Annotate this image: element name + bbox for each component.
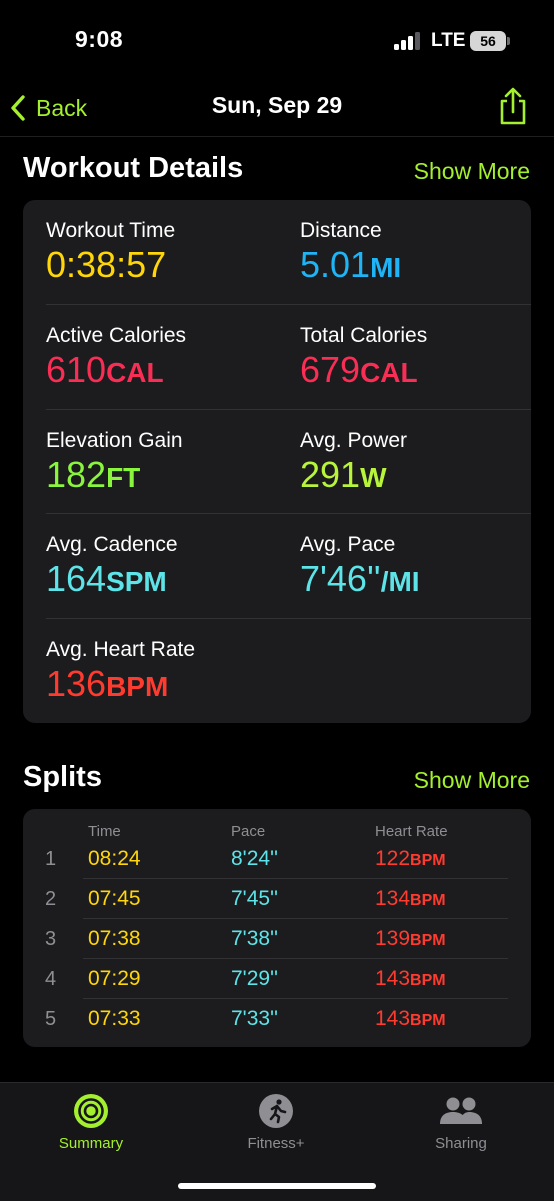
workout-details-card: Workout Time 0:38:57 Distance 5.01MI Act… xyxy=(23,200,531,723)
split-heart-rate: 122BPM xyxy=(375,847,446,870)
signal-strength-icon xyxy=(394,32,424,50)
battery-icon: 56 xyxy=(470,31,506,51)
divider xyxy=(46,409,531,410)
split-time: 08:24 xyxy=(88,847,141,870)
page-title: Sun, Sep 29 xyxy=(211,92,343,118)
people-icon xyxy=(440,1097,482,1124)
runner-icon xyxy=(259,1094,293,1128)
tab-label: Sharing xyxy=(435,1135,487,1152)
metric-workout-time: Workout Time 0:38:57 xyxy=(46,219,175,288)
column-header-heart-rate: Heart Rate xyxy=(375,823,448,840)
split-number: 3 xyxy=(45,928,57,950)
metric-value: 5.01MI xyxy=(300,244,402,285)
split-row: 4 07:29 7'29'' 143BPM xyxy=(23,959,531,999)
split-number: 4 xyxy=(45,968,57,990)
split-heart-rate: 143BPM xyxy=(375,967,446,990)
workout-details-title: Workout Details xyxy=(23,152,244,184)
split-pace: 7'38'' xyxy=(231,927,279,950)
metric-label: Workout Time xyxy=(46,219,176,242)
split-row: 1 08:24 8'24'' 122BPM xyxy=(23,839,531,879)
metric-avg-pace: Avg. Pace 7'46''/MI xyxy=(300,533,420,602)
metric-label: Active Calories xyxy=(46,324,187,347)
split-pace: 7'33'' xyxy=(231,1007,279,1030)
navigation-bar: Back Sun, Sep 29 xyxy=(0,80,554,137)
split-number: 2 xyxy=(45,888,57,910)
metric-label: Avg. Pace xyxy=(300,533,396,556)
metric-active-calories: Active Calories 610CAL xyxy=(46,324,186,393)
metric-label: Avg. Cadence xyxy=(46,533,178,556)
split-row: 2 07:45 7'45'' 134BPM xyxy=(23,879,531,919)
metric-distance: Distance 5.01MI xyxy=(300,219,401,288)
metric-avg-cadence: Avg. Cadence 164SPM xyxy=(46,533,178,602)
metric-value: 291W xyxy=(300,454,387,495)
splits-title: Splits xyxy=(23,761,102,793)
status-bar: 9:08 LTE 56 xyxy=(0,0,554,80)
tab-fitness-plus[interactable]: Fitness+ xyxy=(206,1093,346,1152)
metric-value: 679CAL xyxy=(300,349,418,390)
network-type: LTE xyxy=(431,30,466,51)
metric-label: Distance xyxy=(300,219,382,242)
metric-elevation-gain: Elevation Gain 182FT xyxy=(46,429,183,498)
splits-card: Time Pace Heart Rate 1 08:24 8'24'' 122B… xyxy=(23,809,531,1047)
split-pace: 7'45'' xyxy=(231,887,279,910)
activity-rings-icon xyxy=(74,1094,108,1128)
split-time: 07:45 xyxy=(88,887,141,910)
metric-label: Avg. Power xyxy=(300,429,407,452)
share-button[interactable] xyxy=(497,86,529,126)
metric-avg-power: Avg. Power 291W xyxy=(300,429,407,498)
divider xyxy=(46,304,531,305)
share-icon xyxy=(500,87,526,125)
metric-value: 164SPM xyxy=(46,558,167,599)
split-number: 1 xyxy=(45,848,57,870)
split-time: 07:33 xyxy=(88,1007,141,1030)
split-heart-rate: 143BPM xyxy=(375,1007,446,1030)
details-show-more-button[interactable]: Show More xyxy=(414,158,530,185)
tab-label: Summary xyxy=(58,1135,124,1152)
divider xyxy=(46,618,531,619)
splits-show-more-button[interactable]: Show More xyxy=(414,767,530,794)
split-heart-rate: 139BPM xyxy=(375,927,446,950)
split-pace: 8'24'' xyxy=(231,847,279,870)
home-indicator xyxy=(178,1183,376,1189)
metric-value: 610CAL xyxy=(46,349,164,390)
column-header-time: Time xyxy=(88,823,121,840)
split-number: 5 xyxy=(45,1008,57,1030)
tab-label: Fitness+ xyxy=(247,1135,305,1152)
split-time: 07:29 xyxy=(88,967,141,990)
tab-sharing[interactable]: Sharing xyxy=(391,1093,531,1152)
metric-label: Avg. Heart Rate xyxy=(46,638,196,661)
split-heart-rate: 134BPM xyxy=(375,887,446,910)
metric-value: 7'46''/MI xyxy=(300,558,420,599)
metric-avg-heart-rate: Avg. Heart Rate 136BPM xyxy=(46,638,195,707)
split-row: 5 07:33 7'33'' 143BPM xyxy=(23,999,531,1039)
metric-label: Total Calories xyxy=(300,324,428,347)
split-pace: 7'29'' xyxy=(231,967,279,990)
column-header-pace: Pace xyxy=(231,823,266,840)
split-row: 3 07:38 7'38'' 139BPM xyxy=(23,919,531,959)
metric-value: 136BPM xyxy=(46,663,169,704)
battery-tip xyxy=(507,37,510,45)
split-time: 07:38 xyxy=(88,927,141,950)
divider xyxy=(46,513,531,514)
metric-value: 0:38:57 xyxy=(46,244,167,285)
tab-summary[interactable]: Summary xyxy=(21,1093,161,1152)
metric-total-calories: Total Calories 679CAL xyxy=(300,324,427,393)
metric-label: Elevation Gain xyxy=(46,429,183,452)
status-time: 9:08 xyxy=(75,26,124,52)
metric-value: 182FT xyxy=(46,454,141,495)
